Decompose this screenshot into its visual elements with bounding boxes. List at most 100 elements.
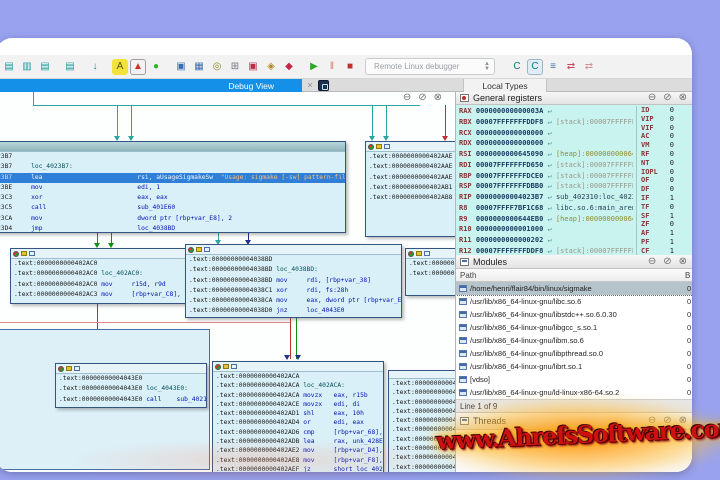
general-registers-header[interactable]: General registers ⊖ ⊘ ⊗ — [456, 92, 692, 105]
node-line[interactable]: .text:00000000004 — [392, 379, 455, 388]
node-line[interactable]: .text:00000000004 — [392, 463, 455, 472]
names-icon[interactable]: A — [112, 58, 128, 75]
flag-row[interactable]: NT 0 — [641, 159, 686, 168]
minimize-button[interactable]: ⊖ — [403, 92, 411, 104]
minimize-button[interactable]: ⊖ — [648, 92, 656, 104]
graph-node-clipped[interactable]: .text:000000 .text:000000 — [405, 248, 456, 296]
restore-button[interactable]: ⊘ — [663, 256, 671, 268]
node-line[interactable]: .text:00000000004 — [392, 407, 455, 416]
flag-row[interactable]: DF 0 — [641, 185, 686, 194]
node-line[interactable]: .text:0000000000402AAE c — [369, 173, 455, 183]
node-line[interactable]: .text:0000000000402AC0 — [14, 259, 185, 269]
node-group-icon[interactable] — [21, 251, 27, 256]
node-line[interactable]: .text:00000000004 — [392, 416, 455, 425]
enable-icon[interactable]: ● — [148, 59, 164, 75]
register-row[interactable]: R11 0000000000000202 ↵ — [459, 235, 633, 246]
threads-body[interactable] — [456, 430, 692, 472]
node-line[interactable]: .text:00000000004038CA mov eax, dword pt… — [189, 296, 401, 306]
node-line[interactable]: .text:0000000000402AD4 or edi, eax — [216, 418, 383, 427]
node-line[interactable]: .text:0000000000402ACA loc_402ACA: — [216, 381, 383, 390]
flag-row[interactable]: CF 1 — [641, 247, 686, 255]
register-row[interactable]: RSI 0000000000645090 ↵ [heap]:0000000000… — [459, 149, 633, 160]
restore-button[interactable]: ⊘ — [663, 92, 671, 104]
node-line[interactable]: .text:00000000004043E0 loc_4043E0: — [59, 384, 206, 394]
register-row[interactable]: RDI 00007FFFFFFFD650 ↵ [stack]:00007FFFF… — [459, 160, 633, 171]
node-line[interactable]: .text:0000000000402AAE l — [369, 162, 455, 172]
node-frame-icon[interactable] — [74, 366, 80, 371]
register-row[interactable]: R8 00007FFFF7BF1C68 ↵ libc.so.6:main_are… — [459, 203, 633, 214]
node-line[interactable]: .text:0000000000402AE2 mov [rbp+var_D4],… — [216, 446, 383, 455]
register-row[interactable]: RBP 00007FFFFFFFDCE0 ↵ [stack]:00007FFFF… — [459, 171, 633, 182]
stop-icon[interactable]: ■ — [342, 59, 358, 75]
flag-row[interactable]: OF 0 — [641, 176, 686, 185]
node-group-icon[interactable] — [376, 144, 382, 149]
node-line[interactable]: 23B7 loc_4023B7: — [0, 162, 345, 172]
node-header[interactable] — [11, 249, 185, 259]
node-line[interactable]: .text:00000000004 — [392, 425, 455, 434]
base-column-header[interactable]: B — [685, 271, 692, 280]
node-line[interactable]: .text:0000000000402ACA — [216, 372, 383, 381]
node-frame-icon[interactable] — [204, 247, 210, 252]
diff-add-icon[interactable]: ⇄ — [563, 59, 579, 75]
debugger-select[interactable]: Remote Linux debugger ▲ ▼ — [365, 58, 495, 75]
register-row[interactable]: RCX 0000000000000000 ↵ — [459, 128, 633, 139]
node-line[interactable]: .text:0000000000402ACA movzx eax, r15b — [216, 391, 383, 400]
module-row[interactable]: /usr/lib/x86_64-linux-gnu/librt.so.1 0 — [456, 360, 692, 373]
module-row[interactable]: /usr/lib/x86_64-linux-gnu/libc.so.6 0 — [456, 295, 692, 308]
continue-icon[interactable]: ▶ — [306, 59, 322, 75]
node-line[interactable]: .text:0000000000402AEF jz short loc_402B… — [216, 465, 383, 472]
node-frame-icon[interactable] — [384, 144, 390, 149]
registers-dropdown-icon[interactable]: ⊞ — [227, 59, 243, 75]
minimize-button[interactable]: ⊖ — [648, 415, 656, 427]
node-line[interactable]: .text:000000 — [409, 269, 455, 279]
module-row[interactable]: /home/henri/flair84/bin/linux/sigmake 0 — [456, 282, 692, 296]
graph-node-loc_402AAE[interactable]: .text:0000000000402AAE .text:00000000004… — [365, 141, 456, 237]
node-group-icon[interactable] — [223, 364, 229, 369]
graph-view[interactable]: ⊖ ⊘ ⊗ 23B7 23B7 loc_4023B7: 23B7 lea rsi… — [0, 92, 456, 472]
node-header[interactable] — [389, 371, 455, 379]
graph-node-clipped-2[interactable]: .text:00000000004 .text:00000000004 .tex… — [388, 370, 456, 472]
flag-row[interactable]: VM 0 — [641, 141, 686, 150]
node-line[interactable]: .text:000000 — [409, 259, 455, 269]
node-header[interactable] — [186, 245, 401, 255]
close-button[interactable]: ⊗ — [434, 92, 442, 104]
node-line[interactable]: .text:0000000000402AD6 cmp [rbp+var_68],… — [216, 428, 383, 437]
windows-icon[interactable]: ▤ — [1, 59, 17, 75]
node-breakpoint-icon[interactable] — [13, 250, 19, 257]
register-row[interactable]: RSP 00007FFFFFFFDBB0 ↵ [stack]:00007FFFF… — [459, 181, 633, 192]
node-frame-icon[interactable] — [424, 251, 430, 256]
flag-row[interactable]: ID 0 — [641, 106, 686, 115]
restore-button[interactable]: ⊘ — [663, 415, 671, 427]
module-row[interactable]: /usr/lib/x86_64-linux-gnu/libgcc_s.so.1 0 — [456, 321, 692, 334]
node-line[interactable]: 23B7 — [0, 152, 345, 162]
node-group-icon[interactable] — [196, 247, 202, 252]
module-row[interactable]: /usr/lib/x86_64-linux-gnu/ld-linux-x86-6… — [456, 386, 692, 399]
node-line[interactable]: .text:0000000000402ACE movzx edi, di — [216, 400, 383, 409]
close-icon[interactable]: × — [304, 79, 316, 92]
compile-c-selected-icon[interactable]: C — [527, 58, 543, 75]
node-line[interactable]: .text:00000000004 — [392, 388, 455, 397]
node-frame-icon[interactable] — [29, 251, 35, 256]
breakpoint-list-icon[interactable]: ▲ — [130, 58, 146, 75]
hand-icon[interactable]: ◈ — [263, 59, 279, 75]
gear-icon[interactable]: ◎ — [209, 59, 225, 75]
registers-body[interactable]: RAX 000000000000003A ↵ RBX 00007FFFFFFFDD… — [456, 105, 692, 255]
node-line[interactable]: 23B7 lea rsi, aUsageSigmakeSw "Usage: si… — [0, 172, 345, 183]
jump-icon[interactable]: ↓ — [87, 59, 103, 75]
node-header[interactable] — [0, 142, 345, 152]
close-button[interactable]: ⊗ — [679, 415, 687, 427]
list-view-icon[interactable]: ≡ — [545, 59, 561, 75]
compile-c-icon[interactable]: C — [509, 59, 525, 75]
node-line[interactable]: 23D4 jmp loc_4038BD — [0, 224, 345, 232]
register-row[interactable]: RDX 0000000000000000 ↵ — [459, 138, 633, 149]
node-group-icon[interactable] — [416, 251, 422, 256]
node-line[interactable]: .text:00000000004043E0 call sub_402100 — [59, 395, 206, 405]
minimize-button[interactable]: ⊖ — [648, 256, 656, 268]
node-line[interactable]: .text:00000000004043E0 — [59, 374, 206, 384]
module-row[interactable]: /usr/lib/x86_64-linux-gnu/libpthread.so.… — [456, 347, 692, 360]
node-breakpoint-icon[interactable] — [58, 365, 64, 372]
tab-local-types[interactable]: Local Types — [463, 79, 547, 92]
node-breakpoint-icon[interactable] — [368, 143, 374, 150]
register-row[interactable]: R12 00007FFFFFFFDDF8 ↵ [stack]:00007FFFF… — [459, 246, 633, 255]
flag-row[interactable]: AC 0 — [641, 132, 686, 141]
